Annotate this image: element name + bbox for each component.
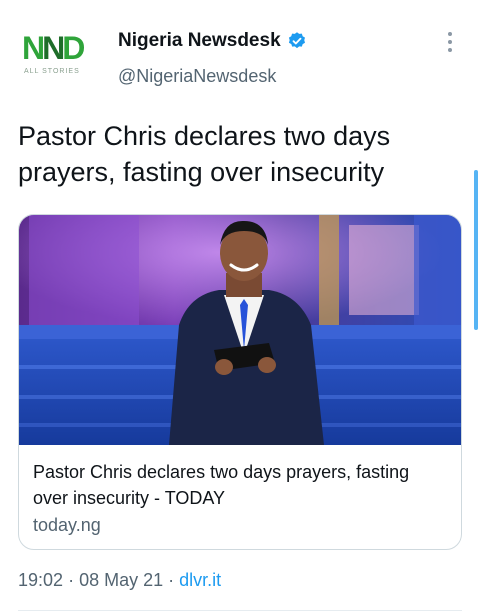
name-row[interactable]: Nigeria Newsdesk bbox=[118, 30, 307, 52]
handle[interactable]: @NigeriaNewsdesk bbox=[118, 66, 276, 87]
divider bbox=[18, 610, 462, 611]
tweet-header: NND ALL STORIES Nigeria Newsdesk @Nigeri… bbox=[0, 0, 480, 100]
tweet-meta: 19:02 · 08 May 21 · dlvr.it bbox=[18, 570, 221, 591]
link-card[interactable]: Pastor Chris declares two days prayers, … bbox=[18, 214, 462, 550]
avatar[interactable]: NND ALL STORIES bbox=[18, 26, 98, 82]
logo-mark: NND bbox=[22, 30, 85, 66]
card-body[interactable]: Pastor Chris declares two days prayers, … bbox=[19, 445, 461, 549]
card-domain: today.ng bbox=[33, 515, 101, 535]
logo-subtitle: ALL STORIES bbox=[24, 68, 80, 75]
verified-badge-icon bbox=[288, 32, 305, 49]
photo-of-speaker-on-stage-icon bbox=[19, 215, 461, 445]
meta-separator: · bbox=[68, 570, 75, 590]
card-image[interactable] bbox=[19, 215, 461, 445]
source-link[interactable]: dlvr.it bbox=[179, 570, 221, 590]
tweet-date[interactable]: 08 May 21 bbox=[79, 570, 163, 590]
scrollbar[interactable] bbox=[474, 170, 478, 330]
card-title[interactable]: Pastor Chris declares two days prayers, … bbox=[33, 459, 449, 511]
more-options-icon[interactable] bbox=[440, 30, 460, 54]
tweet-text: Pastor Chris declares two days prayers, … bbox=[18, 121, 391, 187]
display-name[interactable]: Nigeria Newsdesk bbox=[118, 30, 281, 52]
meta-separator: · bbox=[168, 570, 175, 590]
tweet-time[interactable]: 19:02 bbox=[18, 570, 63, 590]
